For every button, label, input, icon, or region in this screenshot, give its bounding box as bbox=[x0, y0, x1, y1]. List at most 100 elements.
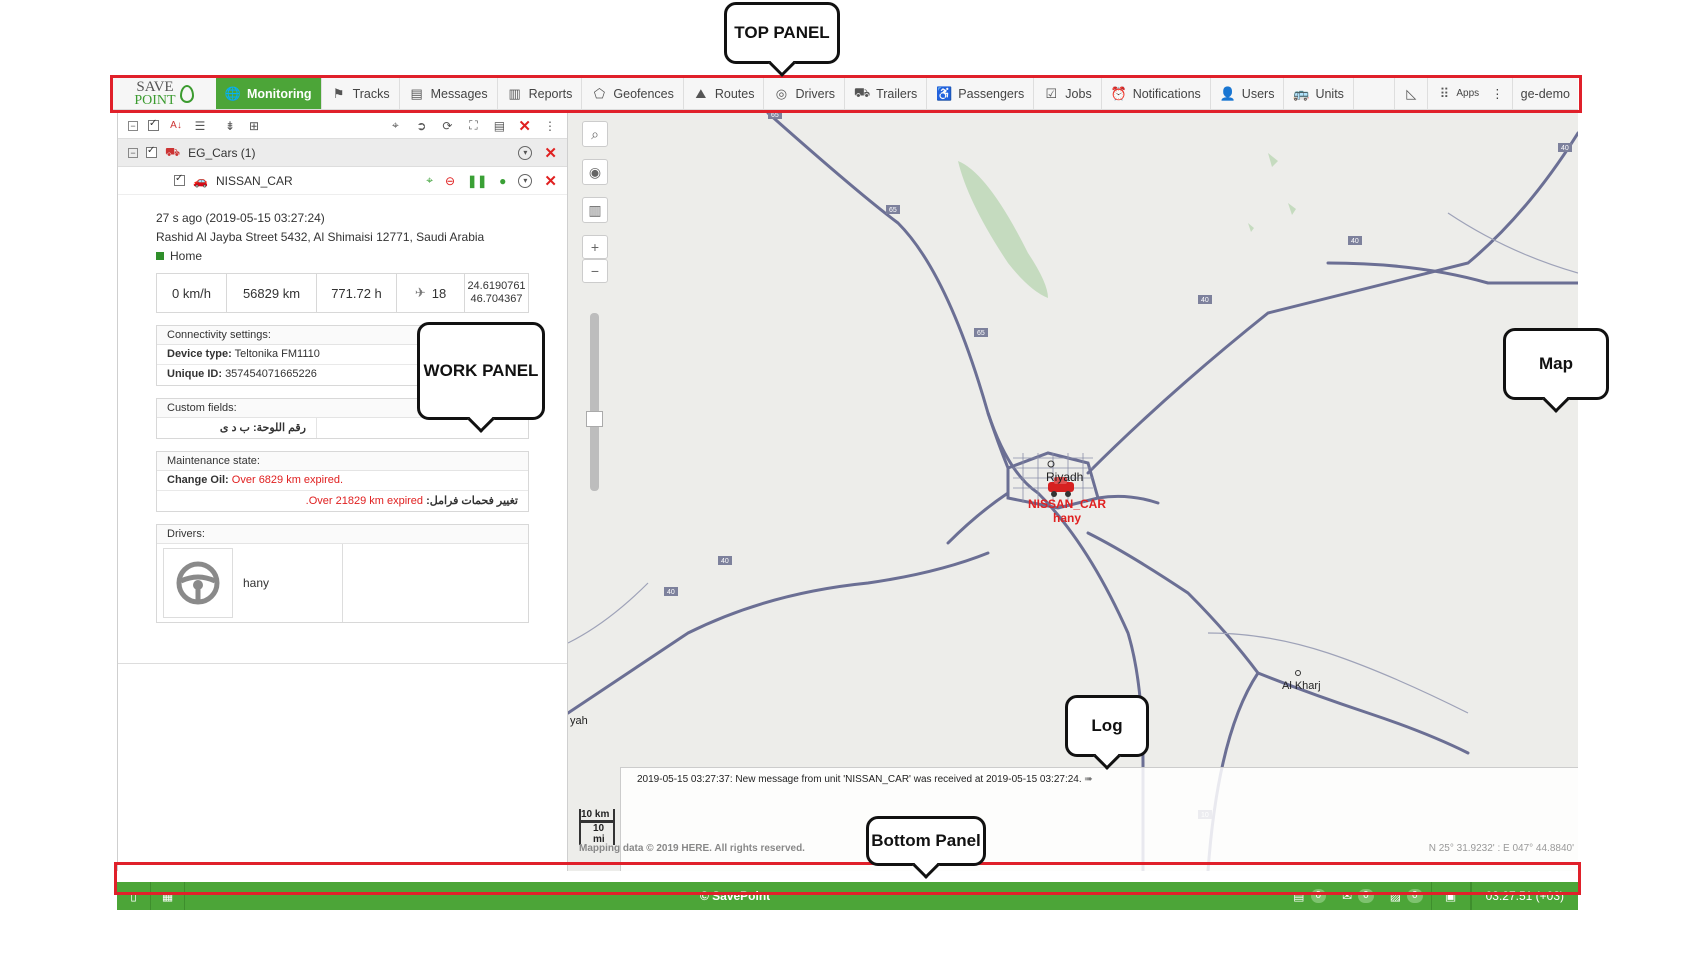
collapse-group-button[interactable]: − bbox=[128, 147, 138, 158]
minus-icon: − bbox=[590, 263, 600, 279]
nav-reports[interactable]: ▥ Reports bbox=[498, 78, 583, 109]
log-callout: Log bbox=[1065, 695, 1149, 757]
events-counter[interactable]: ▤ 0 bbox=[1285, 882, 1334, 910]
work-panel-callout-label: WORK PANEL bbox=[423, 361, 539, 380]
nav-drivers[interactable]: ◎ Drivers bbox=[764, 78, 846, 109]
group-dropdown-icon[interactable]: ▾ bbox=[518, 145, 533, 160]
clipboard-icon: ☑ bbox=[1045, 85, 1058, 101]
reports-icon: ▥ bbox=[508, 85, 521, 101]
measure-tool-button[interactable]: ◺ bbox=[1394, 78, 1427, 109]
unit-dropdown-icon[interactable]: ▾ bbox=[518, 173, 533, 188]
clipboard-icon[interactable]: ▤ bbox=[492, 119, 506, 133]
nav-monitoring[interactable]: 🌐 Monitoring bbox=[216, 78, 322, 109]
plus-icon: + bbox=[590, 239, 600, 255]
driver-name: hany bbox=[239, 544, 343, 622]
road-shield-65-c: 65 bbox=[977, 330, 985, 337]
arrow-circle-icon[interactable]: ➲ bbox=[414, 119, 428, 133]
eye-icon: ◉ bbox=[588, 163, 602, 180]
vegetation-patches bbox=[1248, 153, 1296, 232]
savepoint-logo[interactable]: SAVE POINT bbox=[112, 78, 216, 109]
search-icon: ⌕ bbox=[591, 125, 599, 142]
map-search-button[interactable]: ⌕ bbox=[582, 121, 608, 147]
zoom-slider-track[interactable] bbox=[590, 313, 599, 491]
pause-icon[interactable]: ❚❚ bbox=[467, 174, 487, 188]
work-panel-divider bbox=[118, 663, 567, 664]
apps-button[interactable]: ⠿ Apps ⋮ bbox=[1427, 78, 1511, 109]
latitude-value: 24.6190761 bbox=[467, 280, 526, 292]
city-label-alkharj: Al Kharj bbox=[1282, 680, 1321, 692]
map-callout-label: Map bbox=[1539, 354, 1573, 373]
envelope-icon: ✉ bbox=[1342, 889, 1353, 903]
unit-group-row[interactable]: − ⛟ EG_Cars (1) ▾ ✕ bbox=[118, 139, 567, 167]
account-menu[interactable]: ge-demo bbox=[1511, 78, 1578, 109]
nav-units[interactable]: 🚌 Units bbox=[1284, 78, 1354, 109]
map-callout: Map bbox=[1503, 328, 1609, 400]
more-vertical-icon[interactable]: ⋮ bbox=[543, 119, 557, 133]
image-icon: ▨ bbox=[1389, 889, 1402, 903]
log-arrow-icon[interactable]: ➠ bbox=[1084, 774, 1092, 785]
map-layers-button[interactable]: ▥ bbox=[582, 197, 608, 223]
map-driver-name: hany bbox=[1052, 511, 1081, 525]
all-icon[interactable]: ⊞ bbox=[247, 119, 261, 133]
nav-passengers[interactable]: ♿ Passengers bbox=[927, 78, 1035, 109]
driver-card[interactable]: hany bbox=[157, 544, 528, 622]
events-count: 0 bbox=[1310, 889, 1327, 903]
map-unit-label[interactable]: NISSAN_CAR hany bbox=[1024, 497, 1110, 525]
custom-field-value: رقم اللوحة: ب د ى bbox=[157, 418, 317, 438]
unit-remove-icon[interactable]: ✕ bbox=[544, 172, 557, 190]
nav-routes[interactable]: ⛰ Routes bbox=[684, 78, 765, 109]
nav-geofences[interactable]: ⬠ Geofences bbox=[582, 78, 684, 109]
log-message: 2019-05-15 03:27:37: New message from un… bbox=[621, 768, 1578, 791]
select-all-checkbox[interactable] bbox=[148, 118, 159, 131]
nav-messages[interactable]: ▤ Messages bbox=[400, 78, 498, 109]
city-label-riyadh: Riyadh bbox=[1046, 470, 1084, 484]
longitude-value: 46.704367 bbox=[470, 293, 523, 305]
map-canvas[interactable]: 65 65 65 40 40 40 40 40 10 bbox=[568, 113, 1578, 871]
network-icon[interactable]: ⛶ bbox=[466, 118, 480, 133]
geofence-icon: ⬠ bbox=[593, 85, 606, 101]
vegetation-area bbox=[958, 161, 1048, 298]
zoom-in-button[interactable]: + bbox=[582, 235, 608, 259]
nav-trailers[interactable]: ⛟ Trailers bbox=[845, 78, 928, 109]
unique-id-label: Unique ID: bbox=[167, 368, 222, 380]
speed-value: 0 km/h bbox=[171, 285, 211, 301]
unit-actions: ⌖ ⊖ ❚❚ ● ▾ ✕ bbox=[426, 172, 557, 190]
road-shield-40-a: 40 bbox=[1351, 238, 1359, 245]
group-remove-icon[interactable]: ✕ bbox=[544, 144, 557, 162]
engine-hours-value: 771.72 h bbox=[331, 285, 382, 301]
list-icon[interactable]: ☰ bbox=[193, 119, 207, 133]
unit-row[interactable]: 🚗 NISSAN_CAR ⌖ ⊖ ❚❚ ● ▾ ✕ bbox=[118, 167, 567, 195]
sms-counter[interactable]: ✉ 0 bbox=[1334, 882, 1382, 910]
brake-pads-row: تغيير فحمات فرامل: Over 21829 km expired… bbox=[157, 491, 528, 511]
map[interactable]: 65 65 65 40 40 40 40 40 10 ⌕ ◉ ▥ + − Riy… bbox=[568, 113, 1578, 871]
crosshair-icon[interactable]: ⌖ bbox=[388, 118, 402, 133]
map-visibility-button[interactable]: ◉ bbox=[582, 159, 608, 185]
city-label-partial: yah bbox=[570, 715, 588, 727]
antenna-icon[interactable]: ⟳ bbox=[440, 119, 454, 133]
change-oil-value: Over 6829 km expired. bbox=[231, 474, 344, 486]
no-entry-icon[interactable]: ⊖ bbox=[445, 174, 455, 188]
collapse-all-button[interactable]: − bbox=[128, 120, 138, 131]
apps-grid-button[interactable]: ▦ bbox=[151, 882, 185, 910]
group-actions: ▾ ✕ bbox=[518, 144, 557, 162]
coordinates-stat: 24.6190761 46.704367 bbox=[465, 274, 528, 312]
close-icon[interactable]: ✕ bbox=[518, 117, 531, 135]
nav-tracks[interactable]: ⚑ Tracks bbox=[322, 78, 400, 109]
map-scale: 10 km 10 mi bbox=[579, 809, 615, 845]
drivers-box: Drivers: hany bbox=[156, 524, 529, 623]
road-shield-40-c: 40 bbox=[721, 558, 729, 565]
images-counter[interactable]: ▨ 0 bbox=[1382, 882, 1431, 910]
sort-az-icon[interactable]: A↓ bbox=[169, 120, 183, 131]
group-checkbox[interactable] bbox=[146, 145, 157, 158]
zoom-out-button[interactable]: − bbox=[582, 259, 608, 283]
nav-notifications[interactable]: ⏰ Notifications bbox=[1102, 78, 1211, 109]
unit-checkbox[interactable] bbox=[174, 173, 185, 186]
nav-jobs[interactable]: ☑ Jobs bbox=[1034, 78, 1102, 109]
nav-label: Monitoring bbox=[247, 86, 312, 101]
toggle-work-panel-button[interactable]: ▯ bbox=[117, 882, 151, 910]
filter-icon[interactable]: ⇟ bbox=[223, 119, 237, 133]
zoom-slider-handle[interactable] bbox=[586, 411, 603, 427]
locate-crosshair-icon[interactable]: ⌖ bbox=[426, 173, 433, 188]
layout-toggle-button[interactable]: ▣ bbox=[1430, 882, 1471, 910]
nav-users[interactable]: 👤 Users bbox=[1211, 78, 1285, 109]
